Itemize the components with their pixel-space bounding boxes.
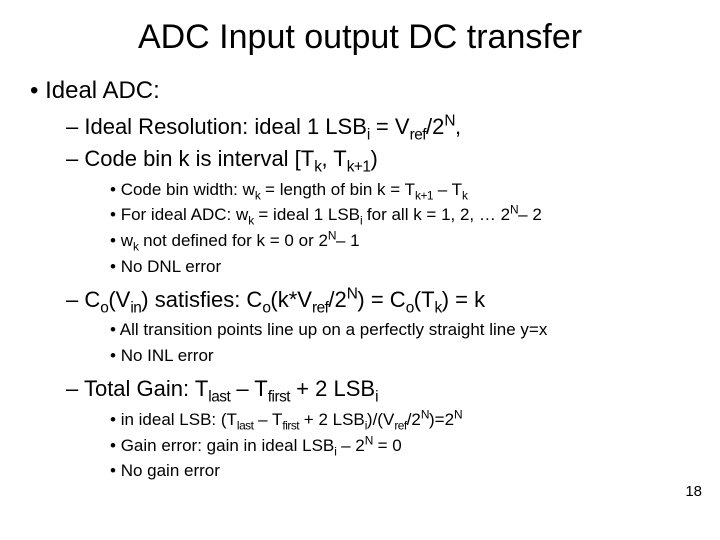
text: No INL error: [121, 346, 214, 365]
superscript: N: [328, 229, 336, 243]
item-ideal-resolution: Ideal Resolution: ideal 1 LSBi = Vref/2N…: [66, 112, 696, 142]
subscript: first: [268, 388, 290, 405]
text: = ideal 1 LSB: [254, 205, 360, 224]
text: /2: [407, 410, 421, 429]
subscript: ref: [410, 127, 426, 144]
subscript: last: [208, 388, 230, 405]
subscript: ref: [394, 418, 406, 432]
text: ) satisfies: C: [141, 287, 262, 312]
text: – T: [253, 410, 282, 429]
text: )=2: [429, 410, 454, 429]
text: ,: [455, 114, 461, 139]
superscript: N: [444, 113, 455, 130]
text: C: [84, 287, 100, 312]
text: – 2: [336, 436, 364, 455]
text: No DNL error: [121, 257, 221, 276]
text: – T: [230, 376, 268, 401]
superscript: N: [365, 433, 373, 447]
text: ) = k: [442, 287, 485, 312]
bullet-list-level3: Code bin width: w k = length of bin k = T…: [110, 178, 696, 279]
superscript: N: [454, 407, 462, 421]
text: – 1: [336, 231, 360, 250]
page-number: 18: [685, 483, 702, 500]
bullet-list-level1: Ideal ADC: Ideal Resolution: ideal 1 LSB…: [30, 75, 696, 483]
item-no-gain-error: No gain error: [110, 459, 696, 483]
text: – T: [433, 180, 462, 199]
text: For ideal ADC: w: [121, 205, 249, 224]
text: (T: [414, 287, 435, 312]
text: Ideal ADC:: [45, 77, 160, 104]
item-co-satisfies: Co(Vin) satisfies: Co(k*Vref/2N) = Co(Tk…: [66, 285, 696, 368]
subscript: first: [282, 418, 299, 432]
text: All transition points line up on a perfe…: [120, 320, 548, 339]
text: – 2: [518, 205, 542, 224]
superscript: N: [347, 285, 358, 302]
text: Ideal Resolution: ideal 1 LSB: [84, 114, 367, 139]
superscript: N: [421, 407, 429, 421]
item-gain-error: Gain error: gain in ideal LSBi – 2N = 0: [110, 434, 696, 458]
item-no-dnl: No DNL error: [110, 255, 696, 279]
subscript: o: [406, 299, 414, 316]
text: ) = C: [357, 287, 405, 312]
subscript: k+1: [347, 158, 371, 175]
superscript: N: [510, 203, 518, 217]
subscript: ref: [312, 299, 328, 316]
item-wk-undef: wk not defined for k = 0 or 2N– 1: [110, 229, 696, 253]
slide-title: ADC Input output DC transfer: [24, 18, 696, 57]
bullet-list-level3: All transition points line up on a perfe…: [110, 318, 696, 368]
subscript: k: [462, 188, 467, 202]
item-bin-width: Code bin width: w k = length of bin k = T…: [110, 178, 696, 202]
subscript: k: [435, 299, 442, 316]
text: ): [370, 146, 377, 171]
text: No gain error: [121, 461, 220, 480]
text: + 2 LSB: [290, 376, 375, 401]
text: for all k = 1, 2, … 2: [362, 205, 510, 224]
subscript: k+1: [415, 188, 433, 202]
item-ideal-adc: Ideal ADC: Ideal Resolution: ideal 1 LSB…: [30, 75, 696, 483]
text: )/(V: [367, 410, 394, 429]
text: Code bin k is interval [T: [84, 146, 314, 171]
text: not defined for k = 0 or 2: [138, 231, 327, 250]
text: w: [121, 231, 133, 250]
item-ideal-lsb: in ideal LSB: (Tlast – Tfirst + 2 LSBi)/…: [110, 408, 696, 432]
item-no-inl: No INL error: [110, 344, 696, 368]
item-ideal-wk: For ideal ADC: wk = ideal 1 LSBi for all…: [110, 203, 696, 227]
text: (k*V: [270, 287, 312, 312]
text: = length of bin k = T: [260, 180, 415, 199]
item-code-bin: Code bin k is interval [Tk, Tk+1) Code b…: [66, 144, 696, 279]
text: , T: [321, 146, 346, 171]
subscript: last: [237, 418, 254, 432]
slide: ADC Input output DC transfer Ideal ADC: …: [0, 0, 720, 540]
text: Gain error: gain in ideal LSB: [121, 436, 335, 455]
text: /2: [426, 114, 444, 139]
text: Total Gain: T: [84, 376, 208, 401]
text: /2: [328, 287, 346, 312]
text: Code bin width: w: [121, 180, 255, 199]
text: = 0: [373, 436, 402, 455]
item-straight-line: All transition points line up on a perfe…: [110, 318, 696, 342]
text: + 2 LSB: [299, 410, 365, 429]
subscript: in: [130, 299, 141, 316]
bullet-list-level2: Ideal Resolution: ideal 1 LSBi = Vref/2N…: [66, 112, 696, 483]
text: in ideal LSB: (T: [121, 410, 237, 429]
text: = V: [370, 114, 410, 139]
item-total-gain: Total Gain: Tlast – Tfirst + 2 LSBi in i…: [66, 374, 696, 483]
text: (V: [108, 287, 130, 312]
bullet-list-level3: in ideal LSB: (Tlast – Tfirst + 2 LSBi)/…: [110, 408, 696, 483]
subscript: i: [375, 388, 378, 405]
